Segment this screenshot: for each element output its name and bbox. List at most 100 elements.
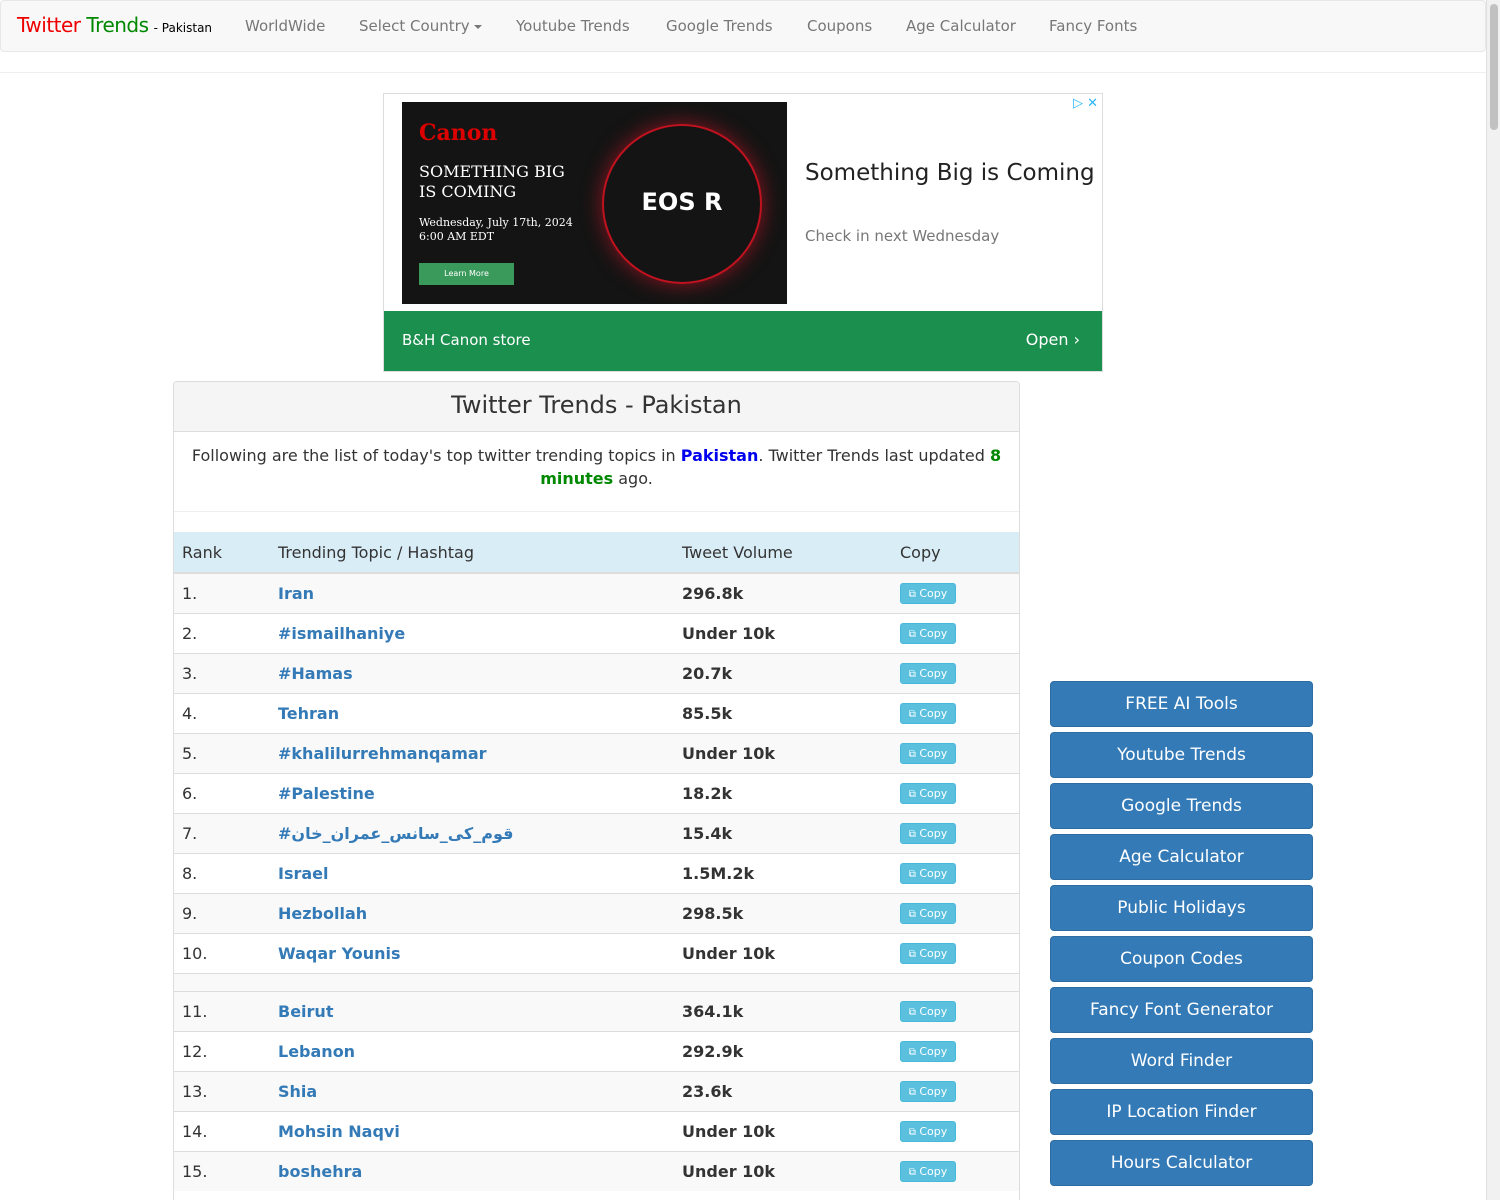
table-row: 4. Tehran 85.5k ⧉ Copy xyxy=(174,692,1019,733)
copy-icon: ⧉ xyxy=(908,669,916,680)
header-rank: Rank xyxy=(174,532,270,574)
copy-button[interactable]: ⧉ Copy xyxy=(900,783,956,804)
rank-cell: 14. xyxy=(174,1110,270,1151)
copy-button[interactable]: ⧉ Copy xyxy=(900,703,956,724)
volume-cell: 1.5M.2k xyxy=(674,852,892,893)
copy-icon: ⧉ xyxy=(908,949,916,960)
nav-age-calculator[interactable]: Age Calculator xyxy=(906,17,1016,35)
nav-select-country[interactable]: Select Country xyxy=(359,17,482,35)
ad-open-button[interactable]: Open › xyxy=(1026,330,1080,349)
topic-link[interactable]: #Hamas xyxy=(278,664,353,683)
ad-choices-icons[interactable]: ▷ ✕ xyxy=(1073,96,1098,111)
topic-link[interactable]: #قوم_کی_سانس_عمران_خان xyxy=(278,824,513,843)
header-topic: Trending Topic / Hashtag xyxy=(270,532,674,574)
volume-cell: Under 10k xyxy=(674,932,892,973)
nav-coupons[interactable]: Coupons xyxy=(807,17,872,35)
sidebar-button[interactable]: IP Location Finder xyxy=(1050,1089,1313,1135)
ad-image-date-line: Wednesday, July 17th, 2024 xyxy=(419,216,573,229)
ad-choices-icon[interactable]: ▷ xyxy=(1073,96,1083,111)
ad-headline[interactable]: Something Big is Coming xyxy=(805,160,1095,186)
ad-image-logo: Canon xyxy=(419,120,498,146)
topic-link[interactable]: #Palestine xyxy=(278,784,375,803)
copy-button[interactable]: ⧉ Copy xyxy=(900,863,956,884)
copy-cell: ⧉ Copy xyxy=(892,612,1019,653)
copy-icon: ⧉ xyxy=(908,629,916,640)
copy-icon: ⧉ xyxy=(908,789,916,800)
ad-cta-bar[interactable]: B&H Canon store Open › xyxy=(384,311,1102,371)
volume-cell: 296.8k xyxy=(674,572,892,613)
ad-description: Check in next Wednesday xyxy=(805,227,1000,245)
copy-button[interactable]: ⧉ Copy xyxy=(900,743,956,764)
copy-button[interactable]: ⧉ Copy xyxy=(900,943,956,964)
ad-close-icon[interactable]: ✕ xyxy=(1087,96,1098,111)
nav-youtube-trends[interactable]: Youtube Trends xyxy=(516,17,630,35)
copy-button[interactable]: ⧉ Copy xyxy=(900,1121,956,1142)
table-row: 10. Waqar Younis Under 10k ⧉ Copy xyxy=(174,932,1019,973)
sidebar-button[interactable]: Google Trends xyxy=(1050,783,1313,829)
topic-link[interactable]: Mohsin Naqvi xyxy=(278,1122,400,1141)
table-row: 12. Lebanon 292.9k ⧉ Copy xyxy=(174,1030,1019,1071)
copy-button[interactable]: ⧉ Copy xyxy=(900,903,956,924)
copy-icon: ⧉ xyxy=(908,1047,916,1058)
copy-button[interactable]: ⧉ Copy xyxy=(900,1001,956,1022)
topic-cell: Waqar Younis xyxy=(270,932,674,973)
header-copy: Copy xyxy=(892,532,1019,574)
topic-link[interactable]: Israel xyxy=(278,864,329,883)
sidebar-button[interactable]: Coupon Codes xyxy=(1050,936,1313,982)
topic-link[interactable]: Tehran xyxy=(278,704,339,723)
copy-label: Copy xyxy=(919,747,948,760)
rank-cell: 13. xyxy=(174,1070,270,1111)
table-row: 11. Beirut 364.1k ⧉ Copy xyxy=(174,990,1019,1031)
topic-link[interactable]: boshehra xyxy=(278,1162,362,1181)
topic-link[interactable]: Hezbollah xyxy=(278,904,367,923)
rank-cell: 10. xyxy=(174,932,270,973)
copy-button[interactable]: ⧉ Copy xyxy=(900,623,956,644)
nav-fancy-fonts[interactable]: Fancy Fonts xyxy=(1049,17,1137,35)
copy-button[interactable]: ⧉ Copy xyxy=(900,1041,956,1062)
sidebar-button[interactable]: Age Calculator xyxy=(1050,834,1313,880)
sidebar-button[interactable]: Hours Calculator xyxy=(1050,1140,1313,1186)
copy-icon: ⧉ xyxy=(908,749,916,760)
nav-google-trends[interactable]: Google Trends xyxy=(666,17,773,35)
intro-country: Pakistan xyxy=(680,446,759,465)
rank-cell: 4. xyxy=(174,692,270,733)
scrollbar-thumb[interactable] xyxy=(1490,4,1498,130)
copy-icon: ⧉ xyxy=(908,869,916,880)
copy-button[interactable]: ⧉ Copy xyxy=(900,583,956,605)
copy-button[interactable]: ⧉ Copy xyxy=(900,823,956,844)
brand-logo[interactable]: Twitter Trends - Pakistan xyxy=(17,13,212,37)
ad-image-learn-more[interactable]: Learn More xyxy=(419,263,514,285)
copy-label: Copy xyxy=(919,1125,948,1138)
copy-button[interactable]: ⧉ Copy xyxy=(900,1161,956,1183)
volume-cell: Under 10k xyxy=(674,612,892,653)
sidebar-button[interactable]: Youtube Trends xyxy=(1050,732,1313,778)
copy-cell: ⧉ Copy xyxy=(892,772,1019,813)
advertisement[interactable]: Canon SOMETHING BIG IS COMING Wednesday,… xyxy=(383,93,1103,372)
topic-link[interactable]: Lebanon xyxy=(278,1042,355,1061)
sidebar-button[interactable]: Word Finder xyxy=(1050,1038,1313,1084)
rank-cell: 11. xyxy=(174,990,270,1031)
copy-button[interactable]: ⧉ Copy xyxy=(900,663,956,684)
topic-link[interactable]: Shia xyxy=(278,1082,317,1101)
nav-worldwide[interactable]: WorldWide xyxy=(245,17,325,35)
topic-link[interactable]: Iran xyxy=(278,584,314,603)
brand-trends[interactable]: Trends xyxy=(86,13,149,37)
topic-link[interactable]: #ismailhaniye xyxy=(278,624,405,643)
topic-link[interactable]: #khalilurrehmanqamar xyxy=(278,744,487,763)
volume-cell: 23.6k xyxy=(674,1070,892,1111)
copy-cell: ⧉ Copy xyxy=(892,1030,1019,1071)
copy-cell: ⧉ Copy xyxy=(892,692,1019,733)
brand-country[interactable]: - Pakistan xyxy=(154,21,212,35)
sidebar-button[interactable]: Public Holidays xyxy=(1050,885,1313,931)
sidebar-button[interactable]: Fancy Font Generator xyxy=(1050,987,1313,1033)
page-scrollbar[interactable] xyxy=(1486,0,1500,1200)
topic-link[interactable]: Beirut xyxy=(278,1002,333,1021)
copy-label: Copy xyxy=(919,1085,948,1098)
copy-icon: ⧉ xyxy=(908,1087,916,1098)
ad-store-name: B&H Canon store xyxy=(402,331,531,349)
sidebar-button[interactable]: FREE AI Tools xyxy=(1050,681,1313,727)
brand-twitter[interactable]: Twitter xyxy=(17,13,81,37)
ad-image[interactable]: Canon SOMETHING BIG IS COMING Wednesday,… xyxy=(402,102,787,304)
topic-link[interactable]: Waqar Younis xyxy=(278,944,400,963)
copy-button[interactable]: ⧉ Copy xyxy=(900,1081,956,1102)
